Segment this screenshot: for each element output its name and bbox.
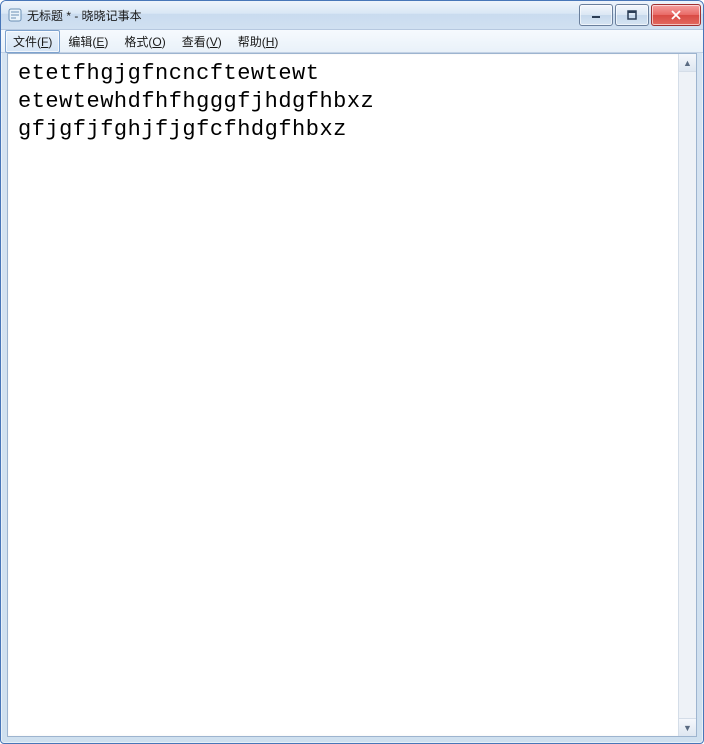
window-controls: [579, 4, 701, 26]
titlebar[interactable]: 无标题 * - 晓晓记事本: [1, 1, 703, 30]
text-editor[interactable]: etetfhgjgfncncftewtewt etewtewhdfhfhgggf…: [8, 54, 678, 736]
menubar: 文件(F) 编辑(E) 格式(O) 查看(V) 帮助(H): [1, 30, 703, 53]
window-title: 无标题 * - 晓晓记事本: [27, 7, 579, 24]
menu-file[interactable]: 文件(F): [5, 30, 60, 53]
close-button[interactable]: [651, 4, 701, 26]
vertical-scrollbar[interactable]: ▲ ▼: [678, 54, 696, 736]
menu-help[interactable]: 帮助(H): [230, 30, 287, 53]
menu-format[interactable]: 格式(O): [116, 30, 173, 53]
client-area: etetfhgjgfncncftewtewt etewtewhdfhfhgggf…: [7, 53, 697, 737]
menu-edit[interactable]: 编辑(E): [60, 30, 116, 53]
scroll-up-arrow-icon[interactable]: ▲: [679, 54, 696, 72]
minimize-button[interactable]: [579, 4, 613, 26]
scroll-down-arrow-icon[interactable]: ▼: [679, 718, 696, 736]
menu-view[interactable]: 查看(V): [174, 30, 230, 53]
app-icon: [7, 7, 23, 23]
app-window: 无标题 * - 晓晓记事本 文件(F) 编辑(E) 格式(O) 查看(V) 帮助…: [0, 0, 704, 744]
maximize-button[interactable]: [615, 4, 649, 26]
